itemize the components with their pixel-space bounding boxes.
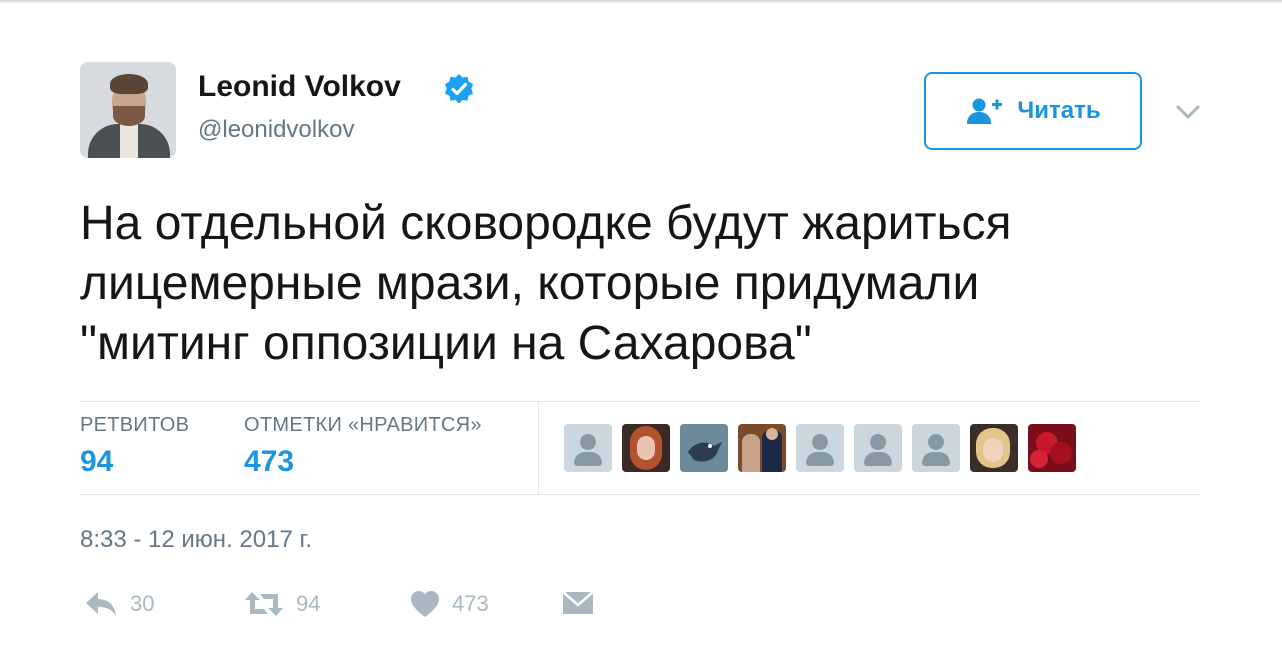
likes-label: ОТМЕТКИ «НРАВИТСЯ»: [244, 414, 482, 436]
liker-avatar-photo[interactable]: [738, 424, 786, 472]
liker-avatar-default[interactable]: [796, 424, 844, 472]
reply-count: 30: [130, 591, 155, 616]
follow-button[interactable]: Читать: [924, 72, 1142, 150]
envelope-icon: [562, 591, 594, 614]
tweet-text: На отдельной сковородке будут жариться л…: [80, 194, 1200, 374]
verified-badge-icon: [445, 74, 473, 104]
tweet-line: лицемерные мрази, которые придумали: [80, 257, 980, 310]
liker-avatar-photo[interactable]: [970, 424, 1018, 472]
reply-icon: [86, 592, 116, 616]
liker-avatar-photo[interactable]: [622, 424, 670, 472]
retweet-count: 94: [296, 591, 321, 616]
liker-avatar-photo[interactable]: [1028, 424, 1076, 472]
likers-avatars: [564, 424, 1076, 472]
like-count: 473: [452, 591, 489, 616]
liker-avatar-default[interactable]: [912, 424, 960, 472]
author-avatar[interactable]: [80, 62, 176, 158]
liker-avatar-default[interactable]: [854, 424, 902, 472]
chevron-down-icon[interactable]: [1174, 98, 1202, 126]
retweets-count: 94: [80, 445, 114, 478]
add-user-icon: [967, 98, 1003, 124]
follow-button-label: Читать: [1017, 97, 1101, 124]
author-handle[interactable]: @leonidvolkov: [198, 116, 354, 144]
retweets-label: РЕТВИТОВ: [80, 414, 190, 436]
tweet-line: "митинг оппозиции на Сахарова": [80, 317, 812, 370]
stats-vertical-divider: [538, 402, 539, 494]
window-top-edge: [0, 0, 1282, 4]
heart-icon: [411, 591, 439, 617]
like-action[interactable]: 473: [410, 590, 489, 618]
stats-top-divider: [80, 401, 1200, 402]
author-name[interactable]: Leonid Volkov: [198, 70, 401, 104]
retweet-action[interactable]: 94: [244, 590, 320, 618]
retweets-stat[interactable]: РЕТВИТОВ 94: [80, 414, 189, 479]
liker-avatar-default[interactable]: [564, 424, 612, 472]
liker-avatar-bird[interactable]: [680, 424, 728, 472]
direct-message-action[interactable]: [562, 590, 594, 616]
tweet-line: На отдельной сковородке будут жариться: [80, 197, 1012, 250]
retweet-icon: [245, 592, 283, 616]
likes-count: 473: [244, 445, 295, 478]
likes-stat[interactable]: ОТМЕТКИ «НРАВИТСЯ» 473: [244, 414, 482, 479]
tweet-timestamp[interactable]: 8:33 - 12 июн. 2017 г.: [80, 526, 312, 554]
stats-bottom-divider: [80, 494, 1200, 495]
reply-action[interactable]: 30: [84, 590, 154, 618]
